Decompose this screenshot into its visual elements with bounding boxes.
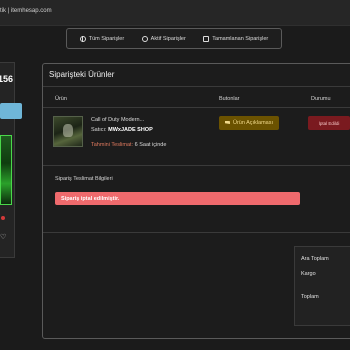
clock-icon — [141, 35, 148, 42]
column-header-product: Ürün — [55, 96, 67, 102]
product-seller: Satıcı: MWxJADE SHOP — [91, 127, 153, 133]
tab-completed-orders[interactable]: Tamamlanan Siparişler — [203, 35, 269, 42]
check-square-icon — [203, 35, 210, 42]
product-description-button[interactable]: Ürün Açıklaması — [219, 116, 279, 130]
tab-all-orders[interactable]: Tüm Siparişler — [79, 35, 125, 42]
action-button[interactable] — [0, 103, 22, 119]
subtotal-label: Ara Toplam — [301, 256, 329, 262]
divider — [43, 86, 350, 87]
shipping-info-title: Sipariş Teslimat Bilgileri — [55, 176, 113, 182]
tab-active-orders[interactable]: Aktif Siparişler — [141, 35, 186, 42]
order-number: 156 — [0, 74, 14, 84]
status-badge: İptal Edildi — [308, 116, 350, 130]
product-name[interactable]: Call of Duty Modern... — [91, 117, 144, 123]
tab-label: Tüm Siparişler — [88, 35, 125, 42]
panel-title: Siparişteki Ürünler — [49, 70, 115, 79]
flag-icon — [224, 120, 230, 124]
status-dot-icon — [1, 216, 5, 220]
tab-label: Tamamlanan Siparişler — [212, 35, 269, 42]
delivery-label: Tahmini Teslimat: — [91, 142, 134, 148]
tab-label: Aktif Siparişler — [150, 35, 186, 42]
total-label: Toplam — [301, 294, 319, 300]
column-header-buttons: Butonlar — [219, 96, 240, 102]
delivery-value: 6 Saat içinde — [134, 142, 167, 148]
shipping-cost-label: Kargo — [301, 271, 316, 277]
cancel-alert: Sipariş iptal edilmiştir. — [55, 192, 300, 205]
column-header-status: Durumu — [311, 96, 331, 102]
heart-icon[interactable]: ♡ — [0, 233, 6, 241]
order-summary-card: Ara Toplam Kargo Toplam — [294, 246, 350, 326]
seller-label: Satıcı: — [91, 127, 107, 133]
seller-name[interactable]: MWxJADE SHOP — [108, 127, 153, 133]
button-label: Ürün Açıklaması — [232, 120, 274, 126]
delivery-estimate: Tahmini Teslimat: 6 Saat içinde — [91, 142, 166, 148]
globe-icon — [79, 35, 86, 42]
product-image[interactable] — [53, 116, 83, 147]
divider — [43, 232, 350, 233]
left-info-card: 156 ♡ — [0, 62, 22, 258]
divider — [43, 165, 350, 166]
divider — [43, 107, 350, 108]
order-filter-tabs: Tüm Siparişler Aktif Siparişler Tamamlan… — [66, 28, 282, 49]
product-thumbnail — [0, 135, 12, 205]
top-bar: tik | itemhesap.com — [0, 0, 350, 26]
site-brand[interactable]: tik | itemhesap.com — [0, 8, 52, 14]
